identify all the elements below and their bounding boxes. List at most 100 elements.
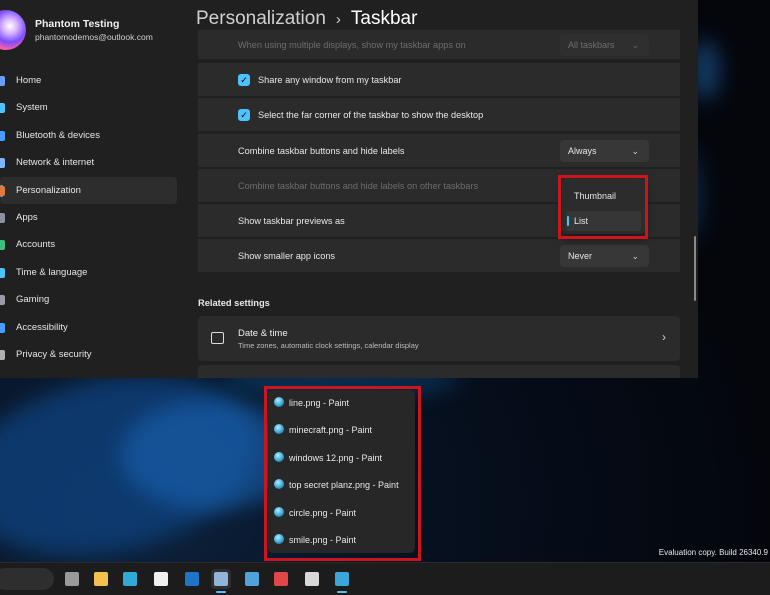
profile-email: phantomodemos@outlook.com xyxy=(35,32,153,42)
multi-display-dropdown[interactable]: All taskbars ⌄ xyxy=(560,33,649,56)
taskbar-search[interactable] xyxy=(0,568,54,590)
sidebar-item-label: Gaming xyxy=(16,294,50,306)
chevron-down-icon: ⌄ xyxy=(631,145,639,156)
avatar xyxy=(0,10,26,50)
chevron-down-icon: ⌄ xyxy=(631,250,639,261)
profile[interactable]: Phantom Testing phantomodemos@outlook.co… xyxy=(0,10,185,50)
evaluation-watermark: Evaluation copy. Build 26340.9 xyxy=(658,548,768,557)
sidebar-item-label: Bluetooth & devices xyxy=(16,129,100,141)
sidebar-item-label: System xyxy=(16,102,48,114)
running-indicator xyxy=(337,591,347,593)
setting-label: Combine taskbar buttons and hide labels … xyxy=(238,180,479,191)
store-icon xyxy=(154,572,168,586)
date-time-title: Date & time xyxy=(238,328,288,339)
sidebar-item-privacy[interactable]: Privacy & security xyxy=(0,341,185,368)
sidebar-item-label: Privacy & security xyxy=(16,348,92,360)
sidebar-item-accessibility[interactable]: Accessibility xyxy=(0,314,185,341)
setting-label: Select the far corner of the taskbar to … xyxy=(258,109,484,120)
page-title: Taskbar xyxy=(350,8,418,29)
sidebar-item-label: Apps xyxy=(16,211,38,223)
file-explorer-button[interactable] xyxy=(91,569,111,589)
system-icon xyxy=(0,103,5,114)
store-button[interactable] xyxy=(151,569,171,589)
file-explorer-icon xyxy=(94,572,108,586)
breadcrumb: Personalization › Taskbar xyxy=(196,8,417,30)
sidebar-item-home[interactable]: Home xyxy=(0,67,185,94)
running-indicator xyxy=(216,591,226,593)
sidebar-item-system[interactable]: System xyxy=(0,94,185,121)
setting-row-combine: Combine taskbar buttons and hide labels … xyxy=(198,134,680,167)
dropdown-value: All taskbars xyxy=(568,39,615,50)
date-time-subtitle: Time zones, automatic clock settings, ca… xyxy=(238,341,419,350)
setting-row-smaller-icons: Show smaller app icons Never ⌄ xyxy=(198,239,680,272)
apps-icon xyxy=(0,212,5,223)
chevron-down-icon: ⌄ xyxy=(631,39,639,50)
edge-icon xyxy=(123,572,137,586)
scrollbar[interactable] xyxy=(694,236,696,301)
sidebar-item-label: Accounts xyxy=(16,239,56,251)
setting-row-share-window[interactable]: ✓ Share any window from my taskbar xyxy=(198,63,680,96)
chevron-right-icon: › xyxy=(662,330,666,344)
home-icon xyxy=(0,76,5,86)
breadcrumb-parent[interactable]: Personalization xyxy=(196,8,326,29)
setting-label: Show smaller app icons xyxy=(238,250,336,261)
calendar-clock-icon xyxy=(211,332,224,344)
clock-button[interactable] xyxy=(302,569,322,589)
outlook-button[interactable] xyxy=(182,569,202,589)
setting-label: Combine taskbar buttons and hide labels xyxy=(238,145,405,156)
combine-dropdown[interactable]: Always ⌄ xyxy=(560,139,649,162)
setting-label: Share any window from my taskbar xyxy=(258,74,402,85)
sidebar-item-apps[interactable]: Apps xyxy=(0,204,185,231)
dropdown-value: Never xyxy=(568,250,593,261)
chevron-right-icon: › xyxy=(335,11,341,28)
setting-row-far-corner[interactable]: ✓ Select the far corner of the taskbar t… xyxy=(198,98,680,131)
setting-row-multi-display: When using multiple displays, show my ta… xyxy=(198,30,680,59)
share-window-checkbox[interactable]: ✓ xyxy=(238,73,250,86)
smaller-icons-dropdown[interactable]: Never ⌄ xyxy=(560,244,649,267)
task-view-button[interactable] xyxy=(62,569,82,589)
sidebar-item-gaming[interactable]: Gaming xyxy=(0,286,185,313)
person-icon xyxy=(0,240,5,251)
sidebar-item-accounts[interactable]: Accounts xyxy=(0,231,185,258)
snipping-tool-icon xyxy=(274,572,288,586)
clock-icon xyxy=(305,572,319,586)
highlight-box xyxy=(264,386,421,561)
shield-icon xyxy=(0,349,5,360)
setting-label: When using multiple displays, show my ta… xyxy=(238,39,466,50)
brush-icon xyxy=(0,185,5,196)
sidebar: Phantom Testing phantomodemos@outlook.co… xyxy=(0,0,185,378)
notepad-button[interactable] xyxy=(242,569,262,589)
paint-button[interactable] xyxy=(332,569,352,593)
sidebar-item-time-language[interactable]: Time & language xyxy=(0,259,185,286)
task-view-icon xyxy=(65,572,79,586)
settings-icon xyxy=(214,572,228,586)
profile-name: Phantom Testing xyxy=(35,18,120,30)
related-settings-heading: Related settings xyxy=(198,298,270,308)
highlight-box xyxy=(558,175,648,239)
setting-label: Show taskbar previews as xyxy=(238,215,345,226)
sidebar-nav: Home System Bluetooth & devices Network … xyxy=(0,67,185,368)
bluetooth-icon xyxy=(0,130,5,141)
taskbar xyxy=(0,562,770,595)
dropdown-value: Always xyxy=(568,145,597,156)
globe-icon xyxy=(0,267,5,278)
sidebar-item-network[interactable]: Network & internet xyxy=(0,149,185,176)
edge-button[interactable] xyxy=(120,569,140,589)
far-corner-checkbox[interactable]: ✓ xyxy=(238,108,250,121)
sidebar-item-label: Accessibility xyxy=(16,321,68,333)
snipping-tool-button[interactable] xyxy=(271,569,291,589)
date-time-link[interactable]: Date & time Time zones, automatic clock … xyxy=(198,316,680,361)
related-card[interactable] xyxy=(198,365,680,378)
gamepad-icon xyxy=(0,295,5,306)
sidebar-item-label: Home xyxy=(16,75,42,86)
sidebar-item-label: Network & internet xyxy=(16,157,95,169)
sidebar-item-personalization[interactable]: Personalization xyxy=(0,176,177,204)
settings-button[interactable] xyxy=(211,569,231,593)
sidebar-item-bluetooth[interactable]: Bluetooth & devices xyxy=(0,122,185,149)
accessibility-icon xyxy=(0,322,5,333)
outlook-icon xyxy=(185,572,199,586)
wifi-icon xyxy=(0,158,5,169)
notepad-icon xyxy=(245,572,259,586)
sidebar-item-label: Personalization xyxy=(16,184,81,196)
sidebar-item-label: Time & language xyxy=(16,266,88,278)
